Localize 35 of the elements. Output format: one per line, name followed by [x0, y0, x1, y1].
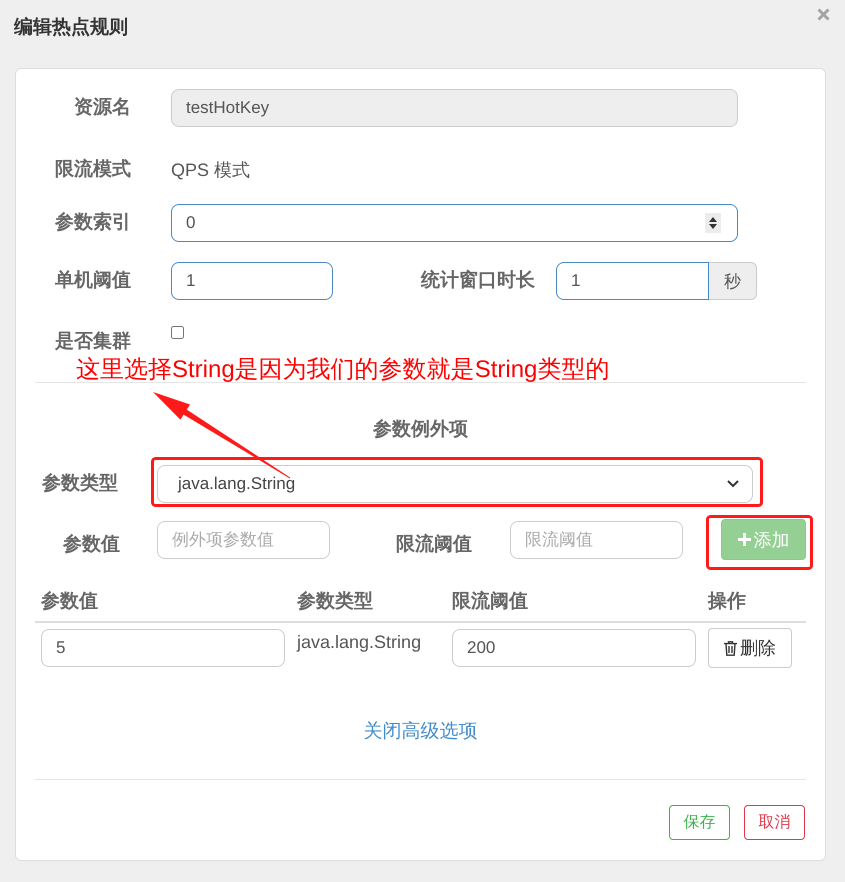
- param-type-select[interactable]: java.lang.String: [157, 465, 753, 503]
- param-value-field[interactable]: 例外项参数值: [157, 520, 330, 558]
- param-index-field[interactable]: 0: [171, 204, 738, 242]
- window-length-field[interactable]: 1: [556, 262, 709, 300]
- column-header: 参数类型: [297, 590, 373, 614]
- trash-icon: [724, 640, 737, 656]
- dialog-title: 编辑热点规则: [14, 16, 128, 40]
- param-value-input[interactable]: 5: [41, 629, 285, 667]
- unit-addon: 秒: [709, 262, 757, 300]
- field-label: 统计窗口时长: [420, 269, 535, 293]
- table-cell: java.lang.String: [297, 631, 422, 653]
- field-label: 单机阈值: [54, 269, 131, 293]
- cancel-button[interactable]: 取消: [744, 805, 805, 840]
- column-header: 参数值: [41, 590, 98, 614]
- chevron-icon: [727, 480, 739, 488]
- field-label: 参数索引: [54, 211, 131, 235]
- mode-value: QPS 模式: [171, 159, 250, 182]
- field-label: 资源名: [73, 96, 131, 120]
- delete-button[interactable]: 删除: [708, 628, 792, 668]
- column-header: 限流阈值: [452, 590, 528, 614]
- plus-icon: [738, 533, 750, 546]
- advanced-options-link[interactable]: 关闭高级选项: [364, 720, 478, 744]
- cluster-checkbox[interactable]: [171, 326, 184, 339]
- field-label: 限流模式: [54, 158, 131, 182]
- field-label: 参数类型: [41, 472, 118, 496]
- annotation-text: 这里选择String是因为我们的参数就是String类型的: [76, 355, 610, 385]
- column-header: 操作: [708, 590, 746, 614]
- field-label: 限流阈值: [395, 532, 472, 556]
- spinner-icon[interactable]: [705, 213, 721, 233]
- field-label: 是否集群: [54, 330, 131, 354]
- field-label: 参数值: [62, 532, 120, 556]
- limit-value-field[interactable]: 限流阈值: [510, 520, 683, 558]
- threshold-field[interactable]: 1: [171, 262, 333, 300]
- limit-value-input[interactable]: 200: [452, 629, 696, 667]
- section-title: 参数例外项: [372, 418, 469, 442]
